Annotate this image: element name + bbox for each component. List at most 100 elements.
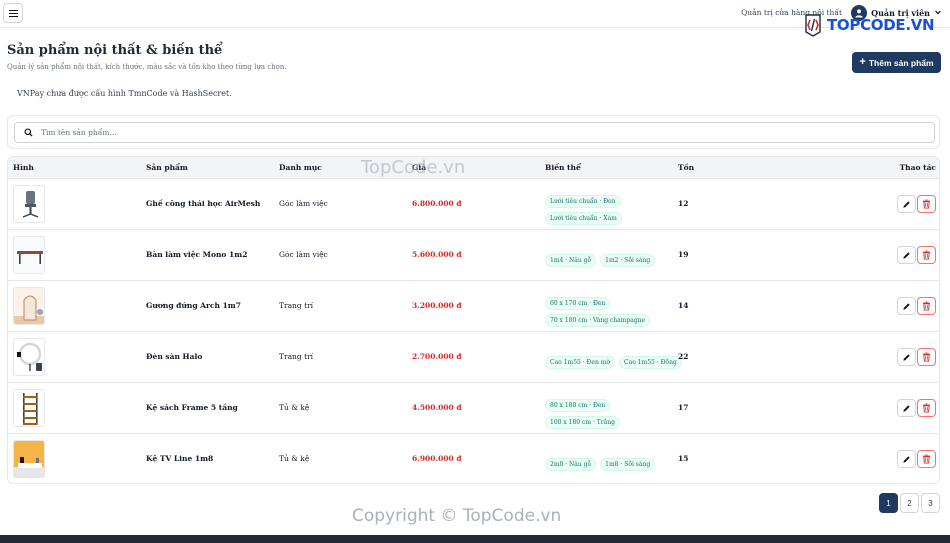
product-thumbnail-mirror: [13, 287, 45, 325]
variant-list: 80 x 180 cm · Đen 100 x 180 cm · Trắng: [545, 392, 624, 429]
page-subtitle: Quản lý sản phẩm nội thất, kích thước, m…: [7, 63, 287, 71]
menu-toggle-button[interactable]: [3, 3, 23, 23]
pencil-icon: [903, 404, 910, 412]
copyright-watermark: Copyright © TopCode.vn: [352, 506, 562, 526]
product-price: 2.700.000 đ: [412, 352, 462, 361]
product-category: Tủ & kệ: [279, 454, 310, 463]
variant-chip: Lưới tiêu chuẩn · Xám: [545, 212, 622, 225]
delete-button[interactable]: [917, 297, 936, 315]
page-1-button[interactable]: 1: [879, 493, 898, 513]
edit-button[interactable]: [897, 297, 916, 315]
watermark-text: TopCode.vn: [361, 157, 466, 178]
column-header-actions: Thao tác: [899, 163, 936, 172]
product-price: 4.500.000 đ: [412, 403, 462, 412]
product-price: 6.800.000 đ: [412, 199, 462, 208]
hamburger-icon: [8, 9, 18, 17]
variant-list: 60 x 170 cm · Đen 70 x 180 cm · Vàng cha…: [545, 290, 654, 327]
delete-button[interactable]: [917, 195, 936, 213]
product-category: Góc làm việc: [279, 250, 328, 259]
variant-chip: 2m0 · Nâu gỗ: [545, 458, 597, 471]
variant-chip: 1m8 · Sồi sáng: [600, 458, 656, 471]
search-card: [7, 115, 940, 149]
table-row: Ghế công thái học AirMesh Góc làm việc 6…: [8, 179, 939, 230]
pencil-icon: [903, 353, 910, 361]
topcode-logo-text: TOPCODE.VN: [827, 16, 935, 34]
plus-icon: +: [859, 56, 866, 68]
product-thumbnail-desk: [13, 236, 45, 274]
table-row: Kệ TV Line 1m8 Tủ & kệ 6.900.000 đ 2m0 ·…: [8, 434, 939, 483]
product-thumbnail-lamp: [13, 338, 45, 376]
page-2-button[interactable]: 2: [900, 493, 919, 513]
edit-button[interactable]: [897, 246, 916, 264]
chevron-down-icon: [934, 8, 942, 18]
pencil-icon: [903, 251, 910, 259]
pencil-icon: [903, 200, 910, 208]
column-header-product: Sản phẩm: [146, 163, 188, 172]
product-name[interactable]: Gương đứng Arch 1m7: [146, 301, 241, 310]
page-title: Sản phẩm nội thất & biến thể: [7, 43, 223, 58]
product-name[interactable]: Kệ TV Line 1m8: [146, 454, 213, 463]
variant-list: 2m0 · Nâu gỗ 1m8 · Sồi sáng: [545, 451, 659, 471]
product-thumbnail-tv-stand: [13, 440, 45, 478]
variant-list: Lưới tiêu chuẩn · Đen Lưới tiêu chuẩn · …: [545, 188, 626, 225]
trash-icon: [922, 403, 931, 413]
variant-chip: Cao 1m55 · Đen mờ: [545, 356, 616, 369]
product-name[interactable]: Đèn sàn Halo: [146, 352, 202, 361]
search-input[interactable]: [41, 128, 921, 137]
variant-list: 1m4 · Nâu gỗ 1m2 · Sồi sáng: [545, 247, 659, 267]
edit-button[interactable]: [897, 348, 916, 366]
column-header-variants: Biến thể: [545, 163, 581, 172]
trash-icon: [922, 352, 931, 362]
add-product-button[interactable]: + Thêm sản phẩm: [852, 52, 941, 73]
product-category: Góc làm việc: [279, 199, 328, 208]
column-header-stock: Tồn: [678, 163, 695, 172]
pagination: 1 2 3: [879, 493, 940, 513]
product-name[interactable]: Ghế công thái học AirMesh: [146, 199, 260, 208]
product-name[interactable]: Kệ sách Frame 5 tầng: [146, 403, 238, 412]
product-stock: 19: [678, 250, 689, 259]
product-name[interactable]: Bàn làm việc Mono 1m2: [146, 250, 247, 259]
pencil-icon: [903, 455, 910, 463]
product-price: 6.900.000 đ: [412, 454, 462, 463]
product-price: 5.600.000 đ: [412, 250, 462, 259]
add-product-label: Thêm sản phẩm: [868, 57, 934, 68]
product-thumbnail-bookshelf: [13, 389, 45, 427]
topcode-logo-icon: [802, 13, 824, 37]
trash-icon: [922, 250, 931, 260]
table-header: Hình Sản phẩm Danh mục Giá Biến thể Tồn …: [8, 157, 939, 179]
table-row: Đèn sàn Halo Trang trí 2.700.000 đ Cao 1…: [8, 332, 939, 383]
edit-button[interactable]: [897, 195, 916, 213]
product-price: 3.200.000 đ: [412, 301, 462, 310]
table-row: Kệ sách Frame 5 tầng Tủ & kệ 4.500.000 đ…: [8, 383, 939, 434]
edit-button[interactable]: [897, 450, 916, 468]
os-taskbar: [0, 535, 950, 543]
topcode-logo: TOPCODE.VN: [802, 12, 935, 38]
trash-icon: [922, 454, 931, 464]
variant-list: Cao 1m55 · Đen mờ Cao 1m55 · Đồng: [545, 349, 686, 369]
search-icon: [15, 123, 41, 142]
delete-button[interactable]: [917, 450, 936, 468]
edit-button[interactable]: [897, 399, 916, 417]
delete-button[interactable]: [917, 246, 936, 264]
pencil-icon: [903, 302, 910, 310]
variant-chip: Cao 1m55 · Đồng: [619, 356, 682, 369]
vnpay-alert: VNPay chưa được cấu hình TmnCode và Hash…: [17, 89, 232, 98]
table-row: Bàn làm việc Mono 1m2 Góc làm việc 5.600…: [8, 230, 939, 281]
search-box: [14, 122, 935, 143]
product-category: Tủ & kệ: [279, 403, 310, 412]
product-thumbnail-chair: [13, 185, 45, 223]
product-stock: 12: [678, 199, 689, 208]
product-category: Trang trí: [279, 301, 314, 310]
trash-icon: [922, 301, 931, 311]
table-row: Gương đứng Arch 1m7 Trang trí 3.200.000 …: [8, 281, 939, 332]
product-category: Trang trí: [279, 352, 314, 361]
column-header-category: Danh mục: [279, 163, 322, 172]
variant-chip: 100 x 180 cm · Trắng: [545, 416, 620, 429]
variant-chip: 1m2 · Sồi sáng: [600, 254, 656, 267]
products-table: Hình Sản phẩm Danh mục Giá Biến thể Tồn …: [7, 156, 940, 484]
delete-button[interactable]: [917, 399, 936, 417]
page-3-button[interactable]: 3: [921, 493, 940, 513]
column-header-image: Hình: [13, 163, 34, 172]
delete-button[interactable]: [917, 348, 936, 366]
variant-chip: 1m4 · Nâu gỗ: [545, 254, 597, 267]
